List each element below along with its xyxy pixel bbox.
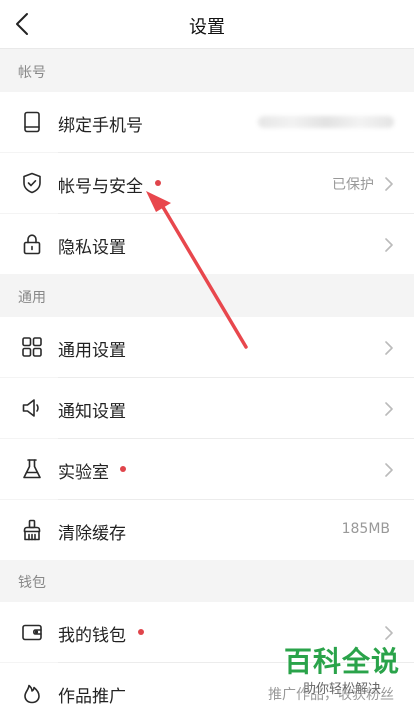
- row-general-settings[interactable]: 通用设置: [0, 317, 414, 377]
- phone-number-blurred: [258, 116, 394, 128]
- row-label: 我的钱包: [58, 626, 126, 646]
- watermark-slogan: 助你轻松解决: [302, 682, 381, 697]
- phone-icon: [20, 110, 44, 134]
- row-bind-phone[interactable]: 绑定手机号: [0, 92, 414, 152]
- watermark-brand: 百科全说: [283, 645, 400, 678]
- chevron-right-icon: [384, 401, 394, 416]
- row-label: 清除缓存: [58, 524, 126, 544]
- row-lab[interactable]: 实验室: [0, 439, 414, 499]
- watermark: 百科全说 助你轻松解决: [284, 640, 400, 697]
- row-label: 绑定手机号: [58, 116, 143, 136]
- chevron-right-icon: [384, 176, 394, 191]
- flask-icon: [20, 457, 44, 481]
- chevron-right-icon: [384, 625, 394, 640]
- row-label: 实验室: [58, 463, 109, 483]
- flame-icon: [20, 681, 44, 705]
- chevron-right-icon: [384, 340, 394, 355]
- wallet-icon: [20, 620, 44, 644]
- row-clear-cache[interactable]: 清除缓存 185MB: [0, 500, 414, 560]
- red-dot-badge: [155, 180, 161, 186]
- row-label: 隐私设置: [58, 238, 126, 258]
- row-notification-settings[interactable]: 通知设置: [0, 378, 414, 438]
- row-label: 通用设置: [58, 341, 126, 361]
- chevron-right-icon: [384, 462, 394, 477]
- row-label: 作品推广: [58, 687, 126, 707]
- section-label-wallet: 钱包: [18, 575, 46, 591]
- row-privacy-settings[interactable]: 隐私设置: [0, 214, 414, 274]
- row-value: 已保护: [332, 177, 374, 193]
- nav-bar: 设置: [0, 0, 414, 49]
- red-dot-badge: [120, 466, 126, 472]
- row-label: 帐号与安全: [58, 177, 143, 197]
- page-title: 设置: [189, 17, 225, 38]
- red-dot-badge: [138, 629, 144, 635]
- cache-size: 185MB: [341, 521, 390, 537]
- broom-icon: [20, 518, 44, 542]
- row-label: 通知设置: [58, 402, 126, 422]
- chevron-right-icon: [384, 237, 394, 252]
- speaker-icon: [20, 396, 44, 420]
- shield-icon: [20, 171, 44, 195]
- lock-icon: [20, 232, 44, 256]
- section-label-account: 帐号: [18, 65, 46, 81]
- grid-icon: [20, 335, 44, 359]
- section-label-general: 通用: [18, 290, 46, 306]
- row-account-security[interactable]: 帐号与安全 已保护: [0, 153, 414, 213]
